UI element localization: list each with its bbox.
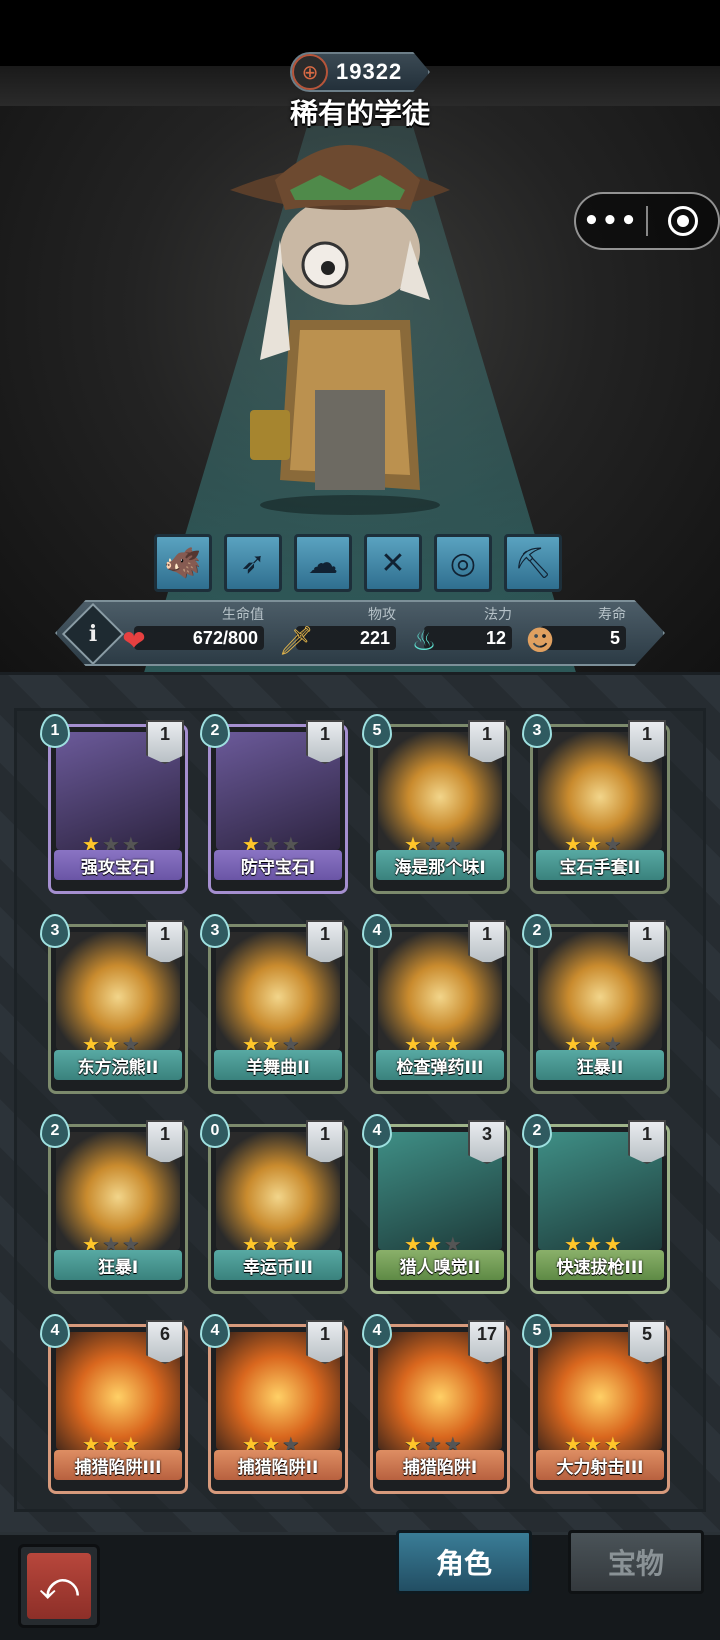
card-cost: 5: [362, 714, 392, 748]
card-cost: 2: [522, 1114, 552, 1148]
stat-hp-label: 生命值: [222, 607, 264, 623]
spirit-icon[interactable]: ☁: [294, 534, 352, 592]
card-name: 捕猎陷阱I: [376, 1450, 504, 1480]
card-level-badge: 1: [306, 1320, 344, 1364]
card-level-badge: 3: [468, 1120, 506, 1164]
card-level-badge: 1: [628, 720, 666, 764]
card-name: 强攻宝石I: [54, 850, 182, 880]
miniprogram-capsule: •••: [574, 192, 720, 250]
card-cost: 5: [522, 1314, 552, 1348]
card-name: 东方浣熊II: [54, 1050, 182, 1080]
card-name: 羊舞曲II: [214, 1050, 342, 1080]
card-level-badge: 6: [146, 1320, 184, 1364]
card[interactable]: ★ ★ ★ 大力射击III 5 5: [522, 1314, 670, 1494]
card-cost: 1: [40, 714, 70, 748]
record-icon[interactable]: [648, 206, 718, 236]
card[interactable]: ★ ★ ★ 快速拔枪III 2 1: [522, 1114, 670, 1294]
skill-icons-row: 🐗 ➶ ☁ ✕ ◎ ⛏: [154, 534, 562, 592]
card-cost: 3: [200, 914, 230, 948]
sword-icon: 🗡: [278, 623, 314, 657]
card[interactable]: ★ ★ ★ 海是那个味I 5 1: [362, 714, 510, 894]
card-level-badge: 1: [306, 920, 344, 964]
more-icon[interactable]: •••: [576, 206, 646, 236]
pickaxe-icon[interactable]: ⛏: [504, 534, 562, 592]
card[interactable]: ★ ★ ★ 羊舞曲II 3 1: [200, 914, 348, 1094]
stat-mana: 法力 12 ♨: [411, 604, 512, 657]
card-level-badge: 1: [146, 920, 184, 964]
card[interactable]: ★ ★ ★ 宝石手套II 3 1: [522, 714, 670, 894]
stat-attack-label: 物攻: [368, 607, 396, 623]
card-name: 快速拔枪III: [536, 1250, 664, 1280]
boar-icon[interactable]: 🐗: [154, 534, 212, 592]
mana-flame-icon: ♨: [411, 623, 437, 657]
card-level-badge: 1: [306, 720, 344, 764]
stat-life: 寿命 5 ☻: [525, 604, 626, 657]
card-level-badge: 1: [628, 920, 666, 964]
character-portrait[interactable]: [220, 120, 480, 520]
card[interactable]: ★ ★ ★ 强攻宝石I 1 1: [40, 714, 188, 894]
card[interactable]: ★ ★ ★ 捕猎陷阱III 4 6: [40, 1314, 188, 1494]
crossed-guns-icon[interactable]: ✕: [364, 534, 422, 592]
back-button[interactable]: ⤺: [18, 1544, 100, 1628]
card-cost: 4: [362, 1314, 392, 1348]
card[interactable]: ★ ★ ★ 东方浣熊II 3 1: [40, 914, 188, 1094]
card-cost: 0: [200, 1114, 230, 1148]
card-name: 猎人嗅觉II: [376, 1250, 504, 1280]
tab-treasure[interactable]: 宝物: [568, 1530, 704, 1594]
card[interactable]: ★ ★ ★ 防守宝石I 2 1: [200, 714, 348, 894]
card-cost: 4: [362, 1114, 392, 1148]
back-arrow-icon: ⤺: [27, 1553, 91, 1619]
card[interactable]: ★ ★ ★ 检查弹药III 4 1: [362, 914, 510, 1094]
card-name: 捕猎陷阱III: [54, 1450, 182, 1480]
card-level-badge: 1: [306, 1120, 344, 1164]
card-level-badge: 5: [628, 1320, 666, 1364]
card-cost: 4: [40, 1314, 70, 1348]
card-cost: 2: [522, 914, 552, 948]
card-level-badge: 1: [468, 720, 506, 764]
power-score-value: 19322: [336, 59, 403, 84]
card-name: 检查弹药III: [376, 1050, 504, 1080]
heart-icon: ❤: [122, 623, 146, 657]
card-name: 海是那个味I: [376, 850, 504, 880]
bow-icon[interactable]: ➶: [224, 534, 282, 592]
card[interactable]: ★ ★ ★ 狂暴I 2 1: [40, 1114, 188, 1294]
card-cost: 4: [200, 1314, 230, 1348]
stat-hp: 生命值 672/800 ❤: [122, 604, 264, 657]
card-level-badge: 17: [468, 1320, 506, 1364]
stat-attack: 物攻 221 🗡: [278, 604, 396, 657]
card[interactable]: ★ ★ ★ 狂暴II 2 1: [522, 914, 670, 1094]
stat-mana-label: 法力: [484, 607, 512, 623]
apprentice-head-icon: ☻: [525, 623, 555, 657]
card-name: 大力射击III: [536, 1450, 664, 1480]
power-score: ⊕ 19322: [290, 52, 430, 92]
card-level-badge: 1: [468, 920, 506, 964]
cyclone-icon[interactable]: ◎: [434, 534, 492, 592]
card-name: 宝石手套II: [536, 850, 664, 880]
card[interactable]: ★ ★ ★ 捕猎陷阱I 4 17: [362, 1314, 510, 1494]
card[interactable]: ★ ★ ★ 幸运币III 0 1: [200, 1114, 348, 1294]
card-cost: 2: [40, 1114, 70, 1148]
card[interactable]: ★ ★ ★ 猎人嗅觉II 4 3: [362, 1114, 510, 1294]
tab-role[interactable]: 角色: [396, 1530, 532, 1594]
card-name: 狂暴II: [536, 1050, 664, 1080]
card-name: 狂暴I: [54, 1250, 182, 1280]
card-cost: 2: [200, 714, 230, 748]
card-level-badge: 1: [146, 1120, 184, 1164]
card-name: 幸运币III: [214, 1250, 342, 1280]
card-name: 捕猎陷阱II: [214, 1450, 342, 1480]
card-cost: 3: [522, 714, 552, 748]
card[interactable]: ★ ★ ★ 捕猎陷阱II 4 1: [200, 1314, 348, 1494]
card-level-badge: 1: [146, 720, 184, 764]
card-level-badge: 1: [628, 1120, 666, 1164]
stat-life-label: 寿命: [598, 607, 626, 623]
card-name: 防守宝石I: [214, 850, 342, 880]
stat-hp-value: 672/800: [134, 626, 264, 650]
card-cost: 3: [40, 914, 70, 948]
info-icon: i: [88, 621, 98, 647]
crosshair-icon: ⊕: [292, 54, 328, 90]
card-cost: 4: [362, 914, 392, 948]
